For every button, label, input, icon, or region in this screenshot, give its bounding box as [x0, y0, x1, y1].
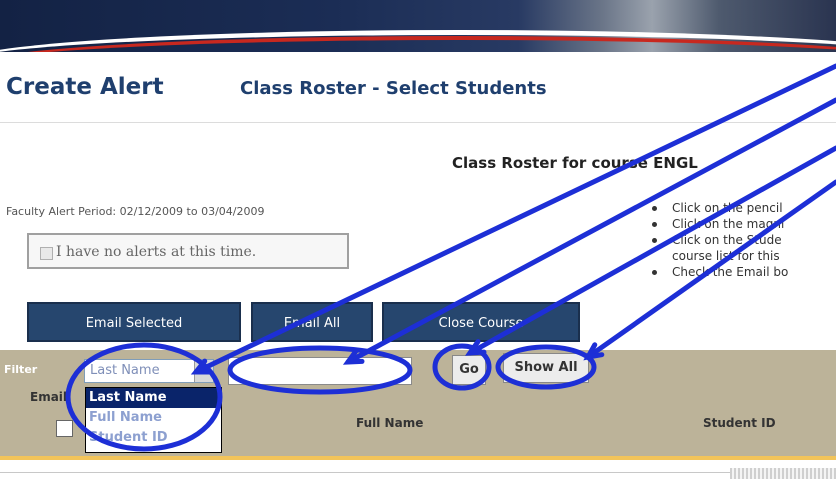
annotation-arrow [585, 179, 836, 360]
annotation-circle-show-all-button [495, 344, 597, 390]
annotation-arrow [467, 145, 836, 356]
annotation-circle-search-input [227, 345, 413, 395]
annotation-overlay [65, 63, 836, 452]
annotation-circle-filter-select [65, 342, 223, 452]
